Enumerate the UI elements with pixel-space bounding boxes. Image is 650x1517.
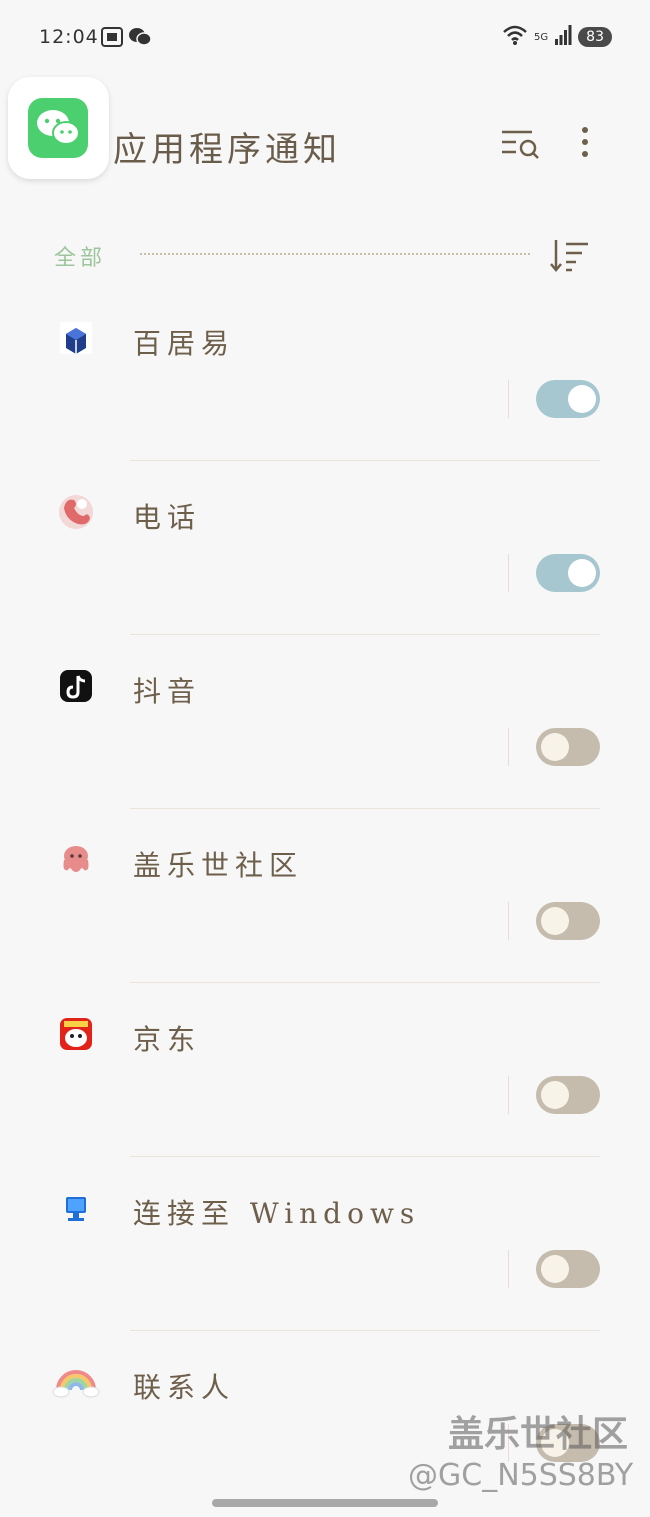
toggle-knob bbox=[541, 1081, 569, 1109]
row-divider bbox=[130, 982, 600, 983]
notification-toggle[interactable] bbox=[536, 1250, 600, 1288]
status-right-group: 5G 83 bbox=[502, 24, 612, 50]
notification-toggle[interactable] bbox=[536, 380, 600, 418]
status-time: 12:04 bbox=[39, 26, 99, 48]
divider bbox=[508, 554, 509, 592]
wifi-icon bbox=[502, 24, 528, 50]
toggle-knob bbox=[568, 559, 596, 587]
battery-indicator: 83 bbox=[578, 27, 612, 47]
list-item[interactable]: 连接至 Windows bbox=[0, 1170, 650, 1344]
divider bbox=[508, 728, 509, 766]
toggle-knob bbox=[541, 1255, 569, 1283]
search-button[interactable] bbox=[498, 122, 542, 166]
status-bar: 12:04 5G 83 bbox=[0, 0, 650, 76]
signal-icon bbox=[554, 25, 572, 49]
toggle-knob bbox=[568, 385, 596, 413]
app-name: 抖音 bbox=[133, 675, 202, 708]
list-item[interactable]: 百居易 bbox=[0, 300, 650, 474]
app-icon-container bbox=[8, 77, 109, 179]
app-name: 电话 bbox=[133, 501, 202, 534]
divider bbox=[508, 902, 509, 940]
sort-button[interactable] bbox=[548, 236, 592, 276]
app-name: 连接至 Windows bbox=[133, 1197, 421, 1230]
phone-icon bbox=[56, 492, 96, 532]
wechat-icon bbox=[28, 98, 88, 158]
sort-icon bbox=[550, 240, 588, 272]
row-divider bbox=[130, 808, 600, 809]
jd-icon bbox=[56, 1014, 96, 1054]
filter-dropdown[interactable]: 全部 bbox=[54, 240, 106, 272]
list-item[interactable]: 抖音 bbox=[0, 648, 650, 822]
baijuyi-icon bbox=[56, 318, 96, 358]
list-item[interactable]: 盖乐世社区 bbox=[0, 822, 650, 996]
watermark-handle: @GC_N5SS8BY bbox=[408, 1458, 634, 1493]
more-options-button[interactable] bbox=[570, 122, 600, 166]
rainbow-icon bbox=[52, 1362, 100, 1402]
list-item[interactable]: 电话 bbox=[0, 474, 650, 648]
toggle-knob bbox=[541, 733, 569, 761]
notification-toggle[interactable] bbox=[536, 1076, 600, 1114]
screenshot-icon bbox=[100, 26, 124, 48]
watermark-title: 盖乐世社区 bbox=[448, 1414, 629, 1455]
network-type: 5G bbox=[534, 31, 549, 43]
wechat-notification-icon bbox=[128, 26, 152, 48]
row-divider bbox=[130, 1330, 600, 1331]
octopus-icon bbox=[56, 840, 96, 880]
notification-toggle[interactable] bbox=[536, 554, 600, 592]
toggle-knob bbox=[541, 907, 569, 935]
douyin-icon bbox=[56, 666, 96, 706]
divider bbox=[508, 1076, 509, 1114]
row-divider bbox=[130, 634, 600, 635]
app-name: 联系人 bbox=[133, 1371, 236, 1404]
divider bbox=[508, 1250, 509, 1288]
divider bbox=[508, 380, 509, 418]
home-indicator[interactable] bbox=[212, 1499, 438, 1507]
list-search-icon bbox=[502, 130, 539, 159]
row-divider bbox=[130, 460, 600, 461]
list-item[interactable]: 京东 bbox=[0, 996, 650, 1170]
row-divider bbox=[130, 1156, 600, 1157]
computer-icon bbox=[56, 1188, 96, 1228]
app-name: 京东 bbox=[133, 1023, 202, 1056]
page-title: 应用程序通知 bbox=[113, 130, 341, 170]
notification-toggle[interactable] bbox=[536, 728, 600, 766]
filter-divider bbox=[140, 253, 530, 255]
more-vertical-icon bbox=[582, 127, 588, 157]
notification-toggle[interactable] bbox=[536, 902, 600, 940]
app-name: 百居易 bbox=[133, 327, 236, 360]
app-name: 盖乐世社区 bbox=[133, 849, 304, 882]
